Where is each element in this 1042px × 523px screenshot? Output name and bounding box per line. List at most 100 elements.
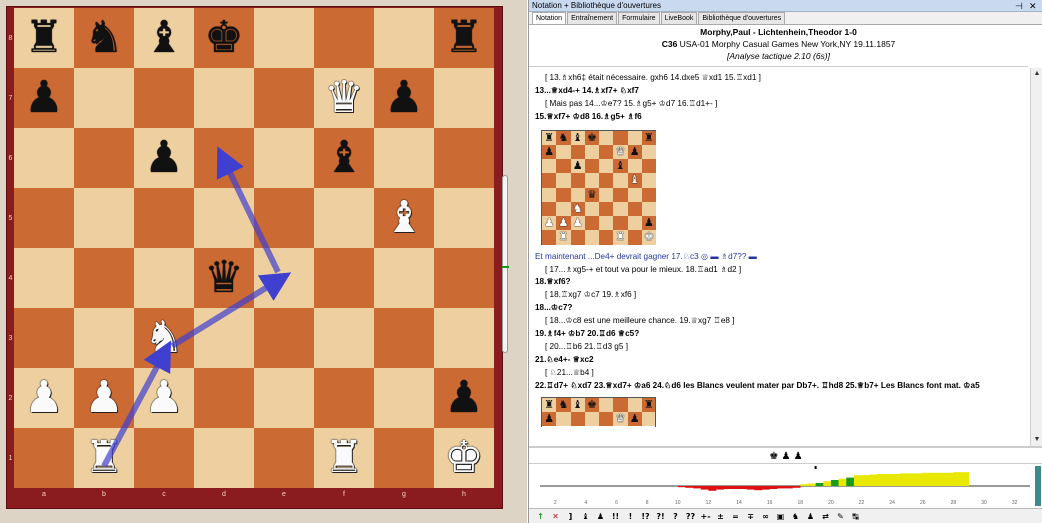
toolbar-button-19[interactable]: ⇄ [818,512,833,521]
square-a1[interactable] [14,428,74,488]
tab-3[interactable]: LiveBook [660,12,698,24]
square-f2[interactable] [314,368,374,428]
square-d7[interactable] [194,68,254,128]
square-b7[interactable] [74,68,134,128]
toolbar-button-15[interactable]: ∞ [758,512,773,521]
toolbar-button-5[interactable]: !! [608,512,623,521]
black-pawn-icon[interactable]: ♟ [134,128,194,188]
black-bishop-icon[interactable]: ♝ [134,8,194,68]
square-f4[interactable] [314,248,374,308]
evaluation-graph[interactable]: 2 4 6 8 10 12 14 16 18 20 22 24 26 28 30 32 [534,466,1039,506]
square-h3[interactable] [434,308,494,368]
tab-4[interactable]: Bibliothèque d'ouvertures [698,12,786,24]
square-e3[interactable] [254,308,314,368]
square-e5[interactable] [254,188,314,248]
square-a3[interactable] [14,308,74,368]
notation-text[interactable]: [ 13.♗xh6‡ était nécessaire. gxh6 14.dxe… [529,68,1029,446]
notation-line[interactable]: [ ♘21...♕b4 ] [535,367,1023,380]
white-knight-icon[interactable]: ♞ [134,308,194,368]
square-d5[interactable] [194,188,254,248]
white-queen-icon[interactable]: ♛ [314,68,374,128]
square-b5[interactable] [74,188,134,248]
toolbar-button-13[interactable]: = [728,512,743,521]
square-f5[interactable] [314,188,374,248]
black-pawn-icon[interactable]: ♟ [374,68,434,128]
scroll-down-icon[interactable]: ▼ [1031,434,1042,446]
toolbar-button-14[interactable]: ∓ [743,512,758,521]
square-h5[interactable] [434,188,494,248]
scroll-up-icon[interactable]: ▲ [1031,68,1042,80]
square-h7[interactable] [434,68,494,128]
notation-line[interactable]: [ 20...♖b6 21.♖d3 g5 ] [535,341,1023,354]
toolbar-button-4[interactable]: ♟ [593,512,608,521]
toolbar-button-3[interactable]: ♝ [578,512,593,521]
square-g8[interactable] [374,8,434,68]
tab-0[interactable]: Notation [532,12,567,24]
notation-line[interactable]: [ Mais pas 14...♔e7? 15.♗g5+ ♔d7 16.♖d1+… [535,98,1023,111]
toolbar-button-11[interactable]: +- [698,512,713,521]
white-rook-icon[interactable]: ♜ [314,428,374,488]
square-g3[interactable] [374,308,434,368]
toolbar-button-21[interactable]: ↹ [848,512,863,521]
black-rook-icon[interactable]: ♜ [14,8,74,68]
toolbar-button-10[interactable]: ?? [683,512,698,521]
notation-line[interactable]: [ 17...♗xg5-+ et tout va pour le mieux. … [535,264,1023,277]
square-g4[interactable] [374,248,434,308]
notation-scrollbar[interactable]: ▲ ▼ [1030,68,1042,446]
square-d3[interactable] [194,308,254,368]
toolbar-button-20[interactable]: ✎ [833,512,848,521]
square-e1[interactable] [254,428,314,488]
square-g2[interactable] [374,368,434,428]
square-e7[interactable] [254,68,314,128]
square-b3[interactable] [74,308,134,368]
notation-line[interactable]: 19.♗f4+ ♔b7 20.♖d6 ♕c5? [535,328,1023,341]
toolbar-button-7[interactable]: !? [638,512,653,521]
black-pawn-icon[interactable]: ♟ [434,368,494,428]
notation-line[interactable]: 18.♕xf6? [535,276,1023,289]
toolbar-button-6[interactable]: ! [623,512,638,521]
square-a5[interactable] [14,188,74,248]
notation-line[interactable]: 18...♔c7? [535,302,1023,315]
white-rook-icon[interactable]: ♜ [74,428,134,488]
toolbar-button-12[interactable]: ± [713,512,728,521]
notation-line[interactable]: 21.♘e4+- ♕xc2 [535,354,1023,367]
square-d1[interactable] [194,428,254,488]
square-a4[interactable] [14,248,74,308]
toolbar-button-0[interactable]: ↑ [533,512,548,521]
notation-line[interactable]: [ 18...♔c8 est une meilleure chance. 19.… [535,315,1023,328]
square-e8[interactable] [254,8,314,68]
notation-line[interactable]: 22.♖d7+ ♘xd7 23.♕xd7+ ♔a6 24.♘d6 les Bla… [535,380,1023,393]
square-f8[interactable] [314,8,374,68]
tab-2[interactable]: Formulaire [618,12,660,24]
toolbar-button-8[interactable]: ?! [653,512,668,521]
square-b6[interactable] [74,128,134,188]
square-d6[interactable] [194,128,254,188]
tab-1[interactable]: Entraînement [567,12,618,24]
white-pawn-icon[interactable]: ♟ [14,368,74,428]
black-pawn-icon[interactable]: ♟ [14,68,74,128]
black-rook-icon[interactable]: ♜ [434,8,494,68]
toolbar-button-17[interactable]: ♞ [788,512,803,521]
black-queen-icon[interactable]: ♛ [194,248,254,308]
black-knight-icon[interactable]: ♞ [74,8,134,68]
notation-line[interactable]: [ 13.♗xh6‡ était nécessaire. gxh6 14.dxe… [535,72,1023,85]
toolbar-button-1[interactable]: ✕ [548,512,563,521]
square-c1[interactable] [134,428,194,488]
square-g6[interactable] [374,128,434,188]
square-c5[interactable] [134,188,194,248]
square-e4[interactable] [254,248,314,308]
notation-line[interactable]: [ 18.♖xg7 ♔c7 19.♗xf6 ] [535,289,1023,302]
white-bishop-icon[interactable]: ♝ [374,188,434,248]
white-king-icon[interactable]: ♚ [434,428,494,488]
square-f3[interactable] [314,308,374,368]
splitter[interactable] [529,446,1042,448]
board-scroll-grip[interactable] [502,175,508,353]
black-bishop-icon[interactable]: ♝ [314,128,374,188]
notation-line[interactable]: 13...♕xd4-+ 14.♗xf7+ ♘xf7 [535,85,1023,98]
toolbar-button-16[interactable]: ▣ [773,512,788,521]
chess-board[interactable]: ♜ ♞ ♝ ♚ ♜ ♟ ♛ ♟ ♟ ♝ ♝ ♛ ♞ ♟ ♟ ♟ ♟ ♜ ♜ ♚ [14,8,494,488]
square-g1[interactable] [374,428,434,488]
square-e6[interactable] [254,128,314,188]
toolbar-button-18[interactable]: ♟ [803,512,818,521]
square-b4[interactable] [74,248,134,308]
